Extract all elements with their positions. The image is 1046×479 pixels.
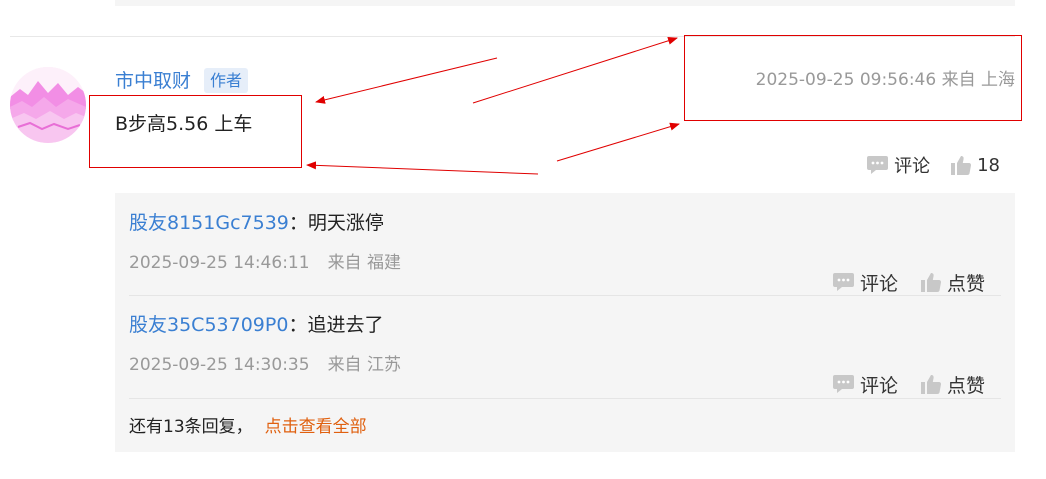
post-comment-label: 评论 (894, 156, 931, 177)
reply-like-label: 点赞 (946, 374, 985, 397)
post-actions: 评论 18 (866, 151, 1000, 179)
more-replies: 还有13条回复， 点击查看全部 (129, 414, 367, 440)
post-timestamp: 2025-09-25 09:56:46 (755, 70, 937, 90)
comment-icon (867, 155, 889, 174)
annotation-arrow (306, 161, 539, 175)
reply-meta: 2025-09-25 14:30:35 来自 江苏 (129, 353, 401, 377)
reply-comment-label: 评论 (859, 374, 898, 397)
reply-actions: 评论 点赞 (832, 268, 985, 296)
reply-location: 来自 江苏 (327, 355, 401, 375)
post-author-name[interactable]: 市中取财 (115, 68, 191, 94)
post-location: 来自 上海 (941, 70, 1015, 90)
reply-user-name[interactable]: 股友35C53709P0 (129, 314, 288, 336)
post-comment-button[interactable]: 评论 (866, 152, 930, 178)
reply-text: 明天涨停 (307, 212, 384, 234)
post-like-count: 18 (977, 154, 1000, 176)
reply-item: 股友35C53709P0：追进去了 2025-09-25 14:30:35 来自 … (129, 312, 1001, 397)
reply-divider (129, 295, 1001, 296)
reply-list: 股友8151Gc7539：明天涨停 2025-09-25 14:46:11 来自 … (115, 193, 1015, 452)
reply-user-name[interactable]: 股友8151Gc7539 (129, 212, 289, 234)
reply-comment-button[interactable]: 评论 (832, 371, 898, 398)
thumbs-up-icon (920, 374, 941, 394)
previous-reply-box-edge (115, 0, 1015, 6)
reply-like-button[interactable]: 点赞 (920, 371, 985, 398)
comment-icon (832, 374, 854, 393)
reply-item: 股友8151Gc7539：明天涨停 2025-09-25 14:46:11 来自 … (129, 210, 1001, 295)
thumbs-up-icon (920, 272, 941, 292)
post-divider (10, 36, 1015, 37)
annotation-arrow (556, 122, 680, 162)
reply-meta: 2025-09-25 14:46:11 来自 福建 (129, 251, 401, 275)
avatar[interactable] (10, 67, 86, 143)
reply-comment-button[interactable]: 评论 (832, 269, 898, 296)
post-like-button[interactable]: 18 (950, 155, 1000, 176)
reply-time: 2025-09-25 14:30:35 (129, 355, 310, 375)
reply-text: 追进去了 (307, 314, 384, 336)
annotation-arrow (472, 36, 678, 104)
thumbs-up-icon (951, 155, 972, 175)
reply-actions: 评论 点赞 (832, 370, 985, 398)
reply-location: 来自 福建 (327, 253, 401, 273)
reply-separator: ： (288, 314, 308, 336)
reply-time: 2025-09-25 14:46:11 (129, 253, 310, 273)
reply-like-label: 点赞 (946, 272, 985, 295)
view-all-replies-link[interactable]: 点击查看全部 (265, 417, 367, 437)
post-meta: 2025-09-25 09:56:46 来自 上海 (756, 67, 1015, 93)
comment-icon (832, 272, 854, 291)
post-content: B步高5.56 上车 (115, 113, 253, 135)
reply-comment-label: 评论 (859, 272, 898, 295)
annotation-arrow (315, 57, 498, 104)
reply-separator: ： (288, 212, 308, 234)
author-badge: 作者 (204, 68, 249, 93)
more-replies-count: 还有13条回复， (129, 417, 253, 437)
reply-divider (129, 398, 1001, 399)
avatar-image (10, 67, 86, 143)
reply-like-button[interactable]: 点赞 (920, 269, 985, 296)
